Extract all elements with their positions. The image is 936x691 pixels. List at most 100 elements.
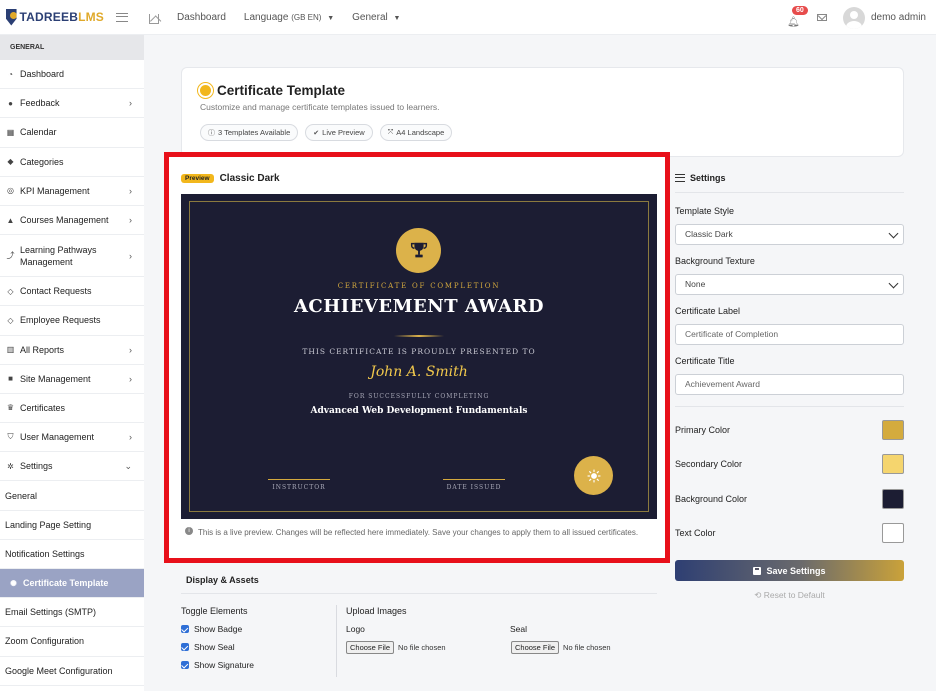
certificate-title-input[interactable]: Achievement Award [675, 374, 904, 395]
background-color-picker[interactable] [882, 488, 904, 509]
toggle-elements-title: Toggle Elements [181, 606, 248, 616]
avatar[interactable] [842, 6, 865, 29]
sidebar-subitem-notification-settings[interactable]: Notification Settings [0, 540, 144, 569]
upload-images-title: Upload Images [346, 606, 407, 616]
choose-file-button[interactable]: Choose File [511, 641, 560, 654]
settings-title-text: Settings [690, 173, 726, 183]
secondary-color-picker[interactable] [882, 453, 904, 474]
sidebar-subitem-google-meet-configuration[interactable]: Google Meet Configuration [0, 657, 144, 686]
preview-badge: Preview [181, 174, 214, 183]
sidebar-item-label: Google Meet Configuration [5, 665, 113, 676]
nav-dashboard[interactable]: Dashboard [177, 12, 226, 23]
sidebar-item-learning-pathways[interactable]: ⤴ Learning Pathways Management › [0, 235, 144, 278]
sidebar-item-label: Certificates [20, 402, 66, 413]
checkbox-checked-icon[interactable] [181, 661, 189, 669]
reset-to-default-button[interactable]: ⟲ Reset to Default [675, 590, 904, 601]
sidebar-item-categories[interactable]: ◆ Categories [0, 148, 144, 177]
pill-label: A4 Landscape [396, 128, 445, 137]
preview-template-name: Classic Dark [219, 173, 280, 184]
background-texture-select[interactable]: None [675, 274, 904, 295]
nav-general[interactable]: General ▼ [352, 12, 400, 23]
sidebar-item-courses-management[interactable]: ▲ Courses Management › [0, 206, 144, 236]
checkbox-checked-icon[interactable] [181, 643, 189, 651]
pill-templates-available: ⓘ 3 Templates Available [200, 124, 299, 141]
chevron-right-icon: › [129, 185, 132, 196]
certificate-canvas: CERTIFICATE OF COMPLETION ACHIEVEMENT AW… [181, 194, 657, 519]
sidebar-item-feedback[interactable]: ● Feedback › [0, 89, 144, 119]
home-icon[interactable] [149, 14, 159, 24]
calendar-icon: ▦ [6, 127, 15, 137]
sidebar-item-label: Categories [20, 156, 64, 167]
chat-icon: ● [8, 98, 13, 108]
toggle-label: Show Signature [194, 660, 255, 670]
sidebar-item-user-management[interactable]: ⛉ User Management › [0, 423, 144, 453]
chevron-right-icon: › [129, 98, 132, 109]
sidebar-subitem-landing-page-setting[interactable]: Landing Page Setting [0, 511, 144, 540]
sidebar-item-label: Courses Management [20, 215, 109, 226]
certificate-recipient: John A. Smith [370, 364, 468, 380]
caret-down-icon: ▼ [327, 14, 335, 22]
template-style-select[interactable]: Classic Dark [675, 224, 904, 245]
notification-count-badge: 60 [791, 5, 808, 15]
logo-file-input[interactable]: Choose File No file chosen [346, 641, 446, 654]
sidebar-item-contact-requests[interactable]: ◇ Contact Requests [0, 277, 144, 307]
sidebar-item-employee-requests[interactable]: ◇ Employee Requests [0, 306, 144, 336]
pill-a4-landscape: ⤧ A4 Landscape [379, 124, 453, 141]
checkbox-checked-icon[interactable] [181, 625, 189, 633]
toggle-show-seal[interactable]: Show Seal [181, 642, 235, 652]
seal-file-input[interactable]: Choose File No file chosen [511, 641, 611, 654]
info-pills: ⓘ 3 Templates Available ✔ Live Preview ⤧ A4… [200, 124, 459, 141]
display-assets-title: Display & Assets [186, 575, 259, 585]
sidebar-subitem-zoom-configuration[interactable]: Zoom Configuration [0, 627, 144, 657]
preview-note: i This is a live preview. Changes will b… [185, 526, 658, 539]
target-icon: ◎ [7, 186, 14, 196]
sidebar-subitem-certificate-template[interactable]: ✺ Certificate Template [0, 569, 144, 599]
sidebar-section-header: GENERAL [0, 35, 144, 60]
sun-icon: ✺ [10, 578, 17, 588]
toggle-show-signature[interactable]: Show Signature [181, 660, 254, 670]
notifications-button[interactable]: 🔔︎ 60 [787, 5, 808, 28]
nav-language[interactable]: Language (GB EN) ▼ [244, 12, 334, 23]
trophy-icon: ♛ [6, 403, 15, 413]
info-icon: i [185, 527, 193, 535]
sidebar-subitem-email-settings[interactable]: Email Settings (SMTP) [0, 598, 144, 628]
template-style-value: Classic Dark [685, 229, 733, 239]
sliders-icon [675, 174, 685, 182]
certificate-label-input[interactable]: Certificate of Completion [675, 324, 904, 345]
tag-outline-icon: ◇ [7, 315, 14, 325]
seal-upload-label: Seal [510, 624, 528, 634]
color-label: Text Color [675, 527, 716, 538]
certificate-preview-panel: Preview Classic Dark CERTIFICATE OF COMP… [164, 152, 670, 563]
sidebar-item-certificates[interactable]: ♛ Certificates [0, 394, 144, 424]
shield-icon: ⛉ [7, 432, 14, 442]
preview-note-text: This is a live preview. Changes will be … [198, 528, 639, 537]
certificate-label: CERTIFICATE OF COMPLETION [337, 282, 501, 290]
sidebar: GENERAL ◔ Dashboard ● Feedback › ▦ Calendar … [0, 35, 144, 691]
choose-file-button[interactable]: Choose File [346, 641, 395, 654]
primary-color-picker[interactable] [882, 419, 904, 440]
app-logo[interactable]: TADREEBLMS [6, 8, 104, 26]
gauge-icon: ◔ [8, 69, 13, 79]
certificate-divider [394, 335, 444, 337]
sidebar-item-label: General [5, 490, 38, 501]
sidebar-subitem-general[interactable]: General [0, 481, 144, 511]
menu-toggle-icon[interactable] [116, 12, 128, 22]
sidebar-item-label: Site Management [20, 373, 91, 384]
text-color-picker[interactable] [882, 522, 904, 543]
user-name[interactable]: demo admin [871, 12, 926, 23]
toggle-show-badge[interactable]: Show Badge [181, 624, 242, 634]
mail-icon[interactable] [816, 14, 827, 21]
chevron-down-icon [888, 228, 899, 239]
save-settings-button[interactable]: Save Settings [675, 560, 904, 581]
toggle-label: Show Badge [194, 624, 243, 634]
sidebar-item-all-reports[interactable]: ▥ All Reports › [0, 336, 144, 365]
top-bar: TADREEBLMS Dashboard Language (GB EN) ▼ … [0, 0, 936, 35]
sidebar-item-kpi-management[interactable]: ◎ KPI Management › [0, 177, 144, 206]
sidebar-item-label: Email Settings (SMTP) [5, 607, 97, 618]
sidebar-item-site-management[interactable]: ■ Site Management › [0, 365, 144, 394]
pill-label: 3 Templates Available [218, 128, 291, 137]
background-texture-value: None [685, 279, 706, 289]
sidebar-item-settings[interactable]: ✲ Settings ⌄ [0, 452, 144, 482]
sidebar-item-dashboard[interactable]: ◔ Dashboard [0, 60, 144, 90]
sidebar-item-calendar[interactable]: ▦ Calendar [0, 118, 144, 148]
